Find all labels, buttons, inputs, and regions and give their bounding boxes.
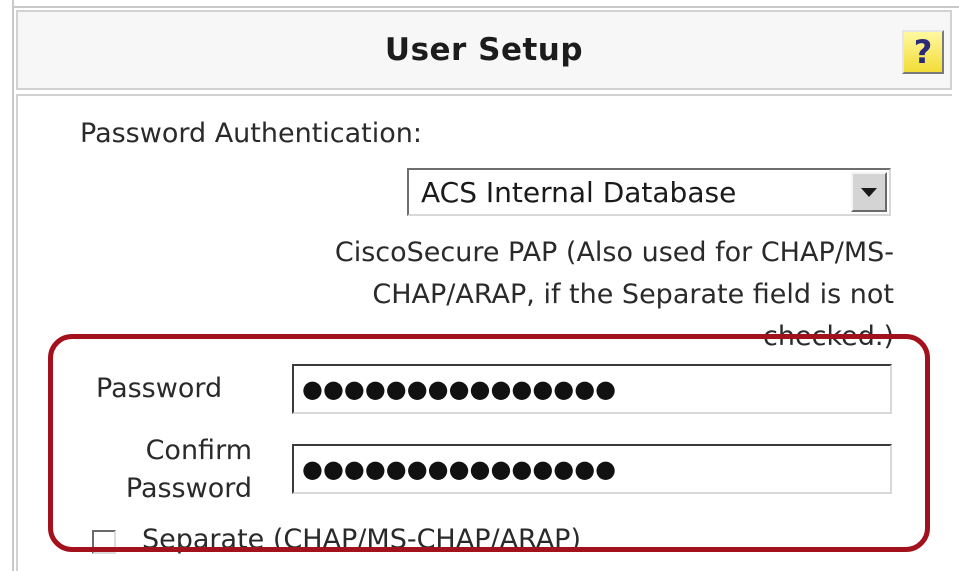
frame-divider-top: [12, 6, 959, 8]
confirm-label-line-2: Password: [125, 473, 252, 504]
dropdown-arrow-button[interactable]: [851, 172, 887, 212]
description-line-2: CHAP/ARAP, if the Separate field is not: [372, 279, 894, 310]
password-authentication-label: Password Authentication:: [80, 118, 422, 149]
user-setup-window: User Setup ? Password Authentication: AC…: [0, 0, 959, 571]
password-authentication-select[interactable]: ACS Internal Database: [407, 168, 891, 216]
frame-divider-left: [12, 0, 14, 571]
description-line-1: CiscoSecure PAP (Also used for CHAP/MS-: [334, 237, 894, 268]
confirm-password-input[interactable]: ●●●●●●●●●●●●●●●: [292, 444, 892, 494]
description-line-3: checked.): [763, 321, 894, 352]
ciscosecure-pap-description: CiscoSecure PAP (Also used for CHAP/MS- …: [170, 232, 894, 358]
header-bar: User Setup ?: [16, 10, 952, 90]
separate-checkbox[interactable]: [92, 530, 116, 554]
confirm-label-line-1: Confirm: [145, 435, 252, 466]
confirm-password-label: Confirm Password: [96, 432, 252, 508]
select-value: ACS Internal Database: [421, 176, 737, 209]
password-input[interactable]: ●●●●●●●●●●●●●●●: [292, 364, 892, 414]
chevron-down-icon: [861, 187, 877, 197]
password-label: Password: [96, 373, 223, 404]
help-button[interactable]: ?: [902, 30, 944, 74]
page-title: User Setup: [384, 32, 584, 68]
separate-checkbox-label: Separate (CHAP/MS-CHAP/ARAP): [142, 524, 582, 555]
help-icon: ?: [913, 33, 933, 71]
confirm-password-masked-value: ●●●●●●●●●●●●●●●: [302, 455, 617, 483]
password-masked-value: ●●●●●●●●●●●●●●●: [302, 375, 617, 403]
